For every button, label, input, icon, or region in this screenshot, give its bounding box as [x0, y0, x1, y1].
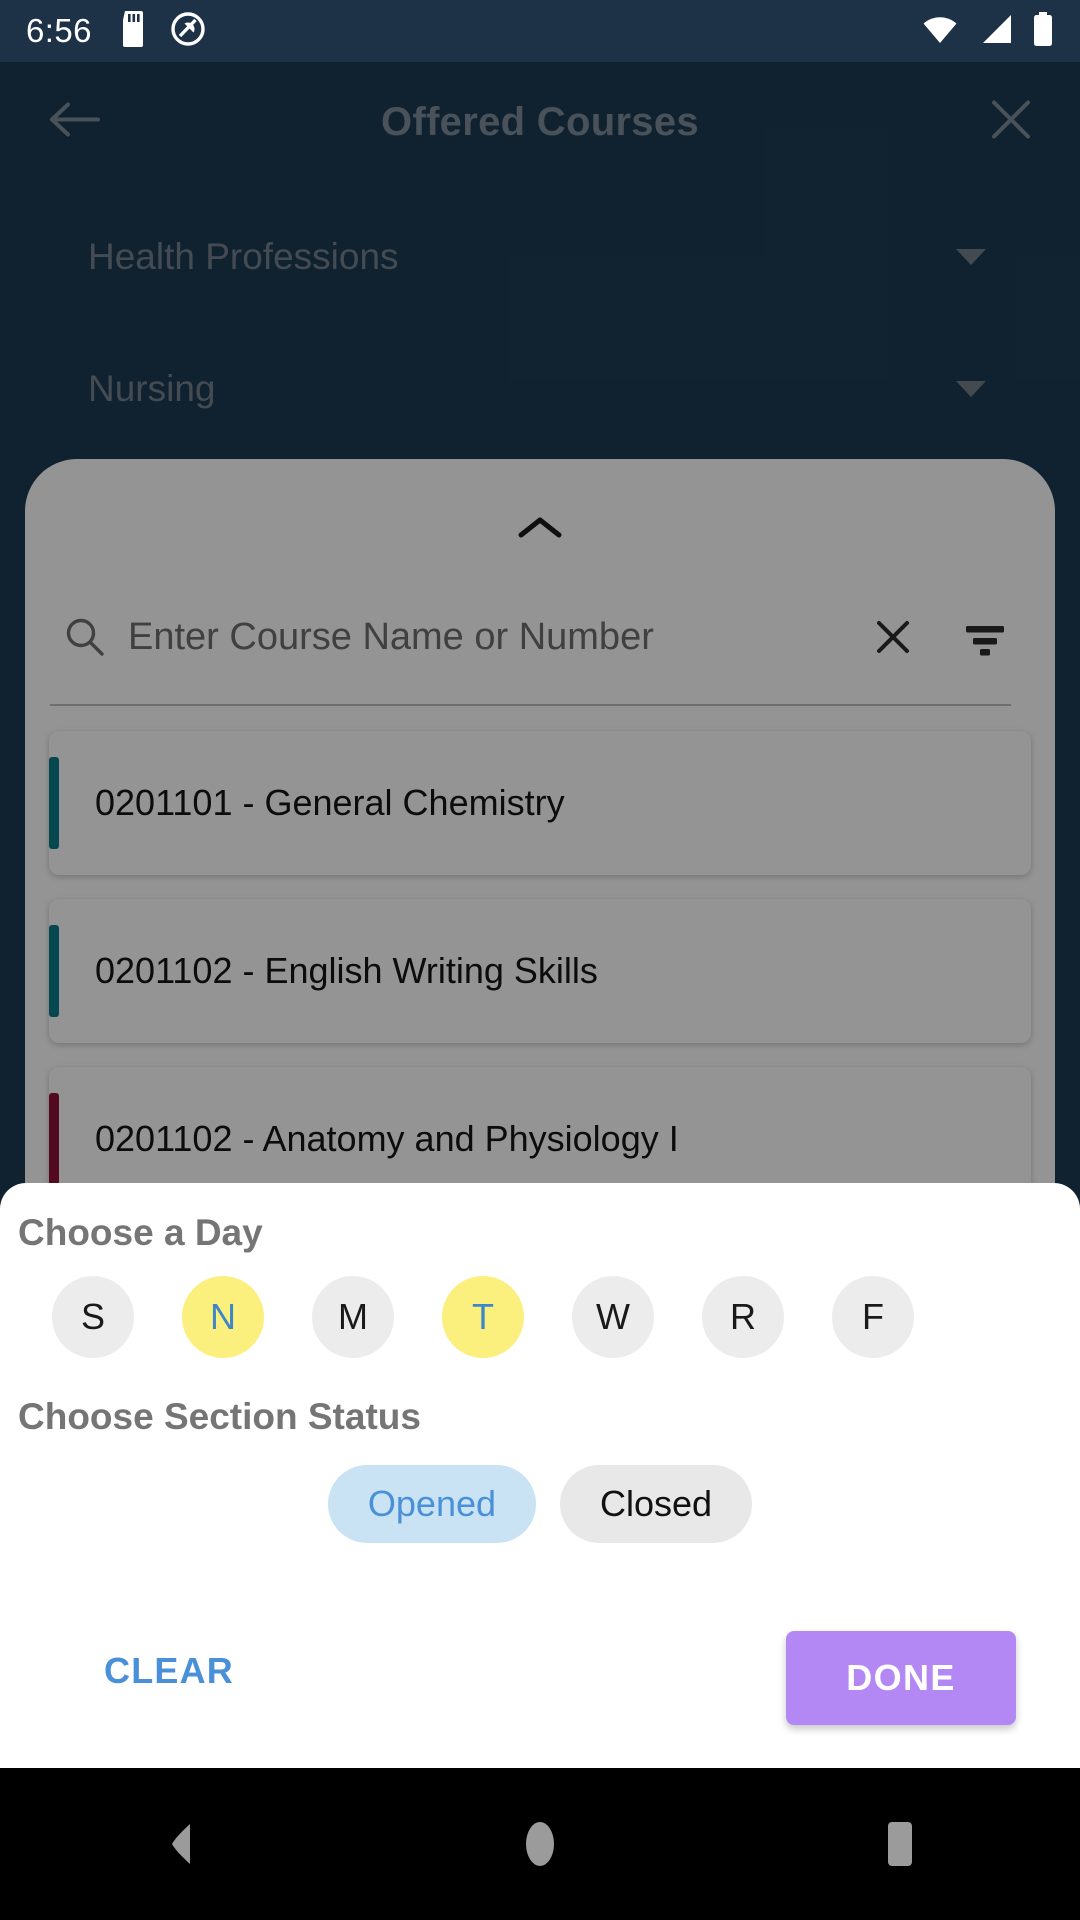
status-chip-label: Closed	[600, 1483, 713, 1524]
nav-recents-icon[interactable]	[810, 1768, 990, 1920]
phone-screen: 6:56 Offered Courses Health Professions …	[0, 0, 1080, 1920]
day-chip-label: W	[596, 1296, 630, 1337]
day-chip-r[interactable]: R	[702, 1276, 784, 1358]
status-chip-opened[interactable]: Opened	[327, 1465, 537, 1543]
status-right-icons	[920, 11, 1054, 51]
day-chip-t[interactable]: T	[442, 1276, 524, 1358]
day-chip-f[interactable]: F	[832, 1276, 914, 1358]
status-clock: 6:56	[26, 12, 92, 49]
status-bar: 6:56	[0, 0, 1080, 62]
day-chip-s[interactable]: S	[52, 1276, 134, 1358]
day-chip-label: M	[338, 1296, 368, 1337]
section-status-chip-row: Opened Closed	[0, 1465, 1080, 1543]
cellular-signal-icon	[978, 13, 1014, 50]
day-chip-label: S	[80, 1296, 105, 1337]
day-chip-row: S N M T W R F	[0, 1276, 1080, 1358]
day-chip-label: N	[210, 1296, 236, 1337]
day-chip-m[interactable]: M	[312, 1276, 394, 1358]
choose-section-status-heading: Choose Section Status	[18, 1396, 421, 1437]
choose-a-day-heading: Choose a Day	[18, 1212, 263, 1253]
day-chip-label: T	[472, 1296, 494, 1337]
sd-card-icon	[118, 10, 148, 52]
clear-button[interactable]: CLEAR	[104, 1650, 234, 1692]
nav-back-icon[interactable]	[90, 1768, 270, 1920]
android-navigation-bar	[0, 1768, 1080, 1920]
battery-icon	[1032, 11, 1054, 51]
status-chip-closed[interactable]: Closed	[560, 1465, 753, 1543]
day-chip-n[interactable]: N	[182, 1276, 264, 1358]
wifi-icon	[920, 13, 960, 50]
done-button[interactable]: DONE	[786, 1631, 1016, 1725]
do-not-disturb-icon	[170, 11, 206, 52]
day-chip-w[interactable]: W	[572, 1276, 654, 1358]
status-chip-label: Opened	[367, 1483, 497, 1524]
day-chip-label: F	[862, 1296, 884, 1337]
nav-home-icon[interactable]	[450, 1768, 630, 1920]
day-chip-label: R	[730, 1296, 756, 1337]
status-left-icons	[118, 10, 206, 52]
